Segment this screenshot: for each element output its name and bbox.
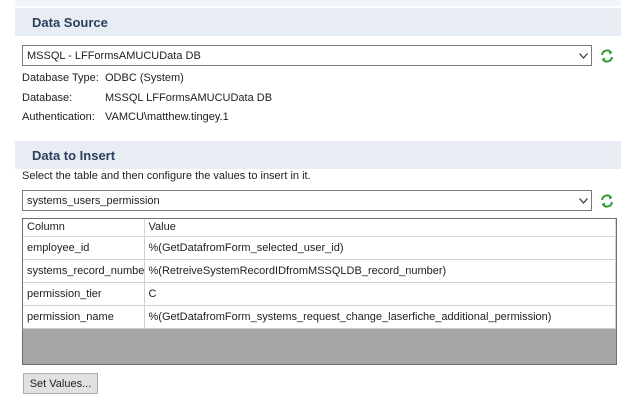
row-value[interactable]: %(RetreiveSystemRecordIDfromMSSQLDB_reco… <box>144 259 616 283</box>
database-type-row: Database Type: ODBC (System) <box>22 70 184 86</box>
row-column-name[interactable]: permission_name <box>23 305 145 329</box>
column-header-value[interactable]: Value <box>144 219 616 237</box>
table-row[interactable]: permission_tier C <box>23 282 616 306</box>
data-source-select-value: MSSQL - LFFormsAMUCUData DB <box>27 49 201 62</box>
data-source-title: Data Source <box>32 14 108 30</box>
row-column-name[interactable]: systems_record_number <box>23 259 145 283</box>
data-to-insert-header: Data to Insert <box>15 141 621 169</box>
chevron-down-icon[interactable] <box>575 191 591 210</box>
authentication-value: VAMCU\matthew.tingey.1 <box>105 111 229 123</box>
database-label: Database: <box>22 92 73 104</box>
row-column-name[interactable]: employee_id <box>23 236 145 260</box>
table-select[interactable]: systems_users_permission <box>22 190 592 211</box>
grid-header-row: Column Value <box>23 219 616 237</box>
values-grid: Column Value employee_id %(GetDatafromFo… <box>22 218 617 365</box>
refresh-icon[interactable] <box>598 192 616 210</box>
set-values-button[interactable]: Set Values... <box>23 373 98 394</box>
data-source-select[interactable]: MSSQL - LFFormsAMUCUData DB <box>22 45 592 66</box>
chevron-down-icon[interactable] <box>575 46 591 65</box>
insert-instruction: Select the table and then configure the … <box>22 170 311 182</box>
row-column-name[interactable]: permission_tier <box>23 282 145 306</box>
database-type-label: Database Type: <box>22 72 99 84</box>
table-row[interactable]: systems_record_number %(RetreiveSystemRe… <box>23 259 616 283</box>
row-value[interactable]: C <box>144 282 616 306</box>
table-row[interactable]: employee_id %(GetDatafromForm_selected_u… <box>23 236 616 260</box>
values-table: Column Value employee_id %(GetDatafromFo… <box>23 219 616 329</box>
row-value[interactable]: %(GetDatafromForm_selected_user_id) <box>144 236 616 260</box>
authentication-label: Authentication: <box>22 111 95 123</box>
table-row[interactable]: permission_name %(GetDatafromForm_system… <box>23 305 616 329</box>
database-type-value: ODBC (System) <box>105 72 184 84</box>
panel-top-strip <box>15 0 621 6</box>
database-value: MSSQL LFFormsAMUCUData DB <box>105 92 273 104</box>
row-value[interactable]: %(GetDatafromForm_systems_request_change… <box>144 305 616 329</box>
refresh-icon[interactable] <box>598 47 616 65</box>
column-header-column[interactable]: Column <box>23 219 145 237</box>
authentication-row: Authentication: VAMCU\matthew.tingey.1 <box>22 109 229 125</box>
data-source-header: Data Source <box>15 8 621 36</box>
table-select-value: systems_users_permission <box>27 194 160 207</box>
database-row: Database: MSSQL LFFormsAMUCUData DB <box>22 90 272 106</box>
data-to-insert-title: Data to Insert <box>32 147 116 163</box>
